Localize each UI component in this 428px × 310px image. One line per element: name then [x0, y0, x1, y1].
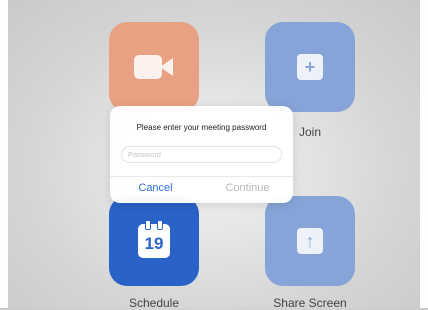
new-meeting-button[interactable]	[109, 22, 199, 112]
join-button[interactable]: +	[265, 22, 355, 112]
continue-button[interactable]: Continue	[202, 182, 293, 194]
left-frame-edge	[0, 0, 8, 308]
schedule-button[interactable]: 19	[109, 196, 199, 286]
share-screen-button[interactable]: ↑	[265, 196, 355, 286]
calendar-day: 19	[144, 234, 164, 253]
calendar-icon: 19	[138, 220, 170, 258]
password-dialog: Please enter your meeting password Cance…	[110, 106, 293, 203]
dialog-title: Please enter your meeting password	[136, 123, 267, 132]
plus-icon: +	[297, 54, 323, 80]
share-up-arrow-icon: ↑	[297, 228, 323, 254]
cancel-button[interactable]: Cancel	[110, 182, 201, 194]
dialog-divider	[110, 176, 293, 177]
password-input[interactable]	[121, 146, 282, 163]
right-frame-edge	[420, 0, 428, 308]
video-camera-icon	[134, 55, 174, 79]
